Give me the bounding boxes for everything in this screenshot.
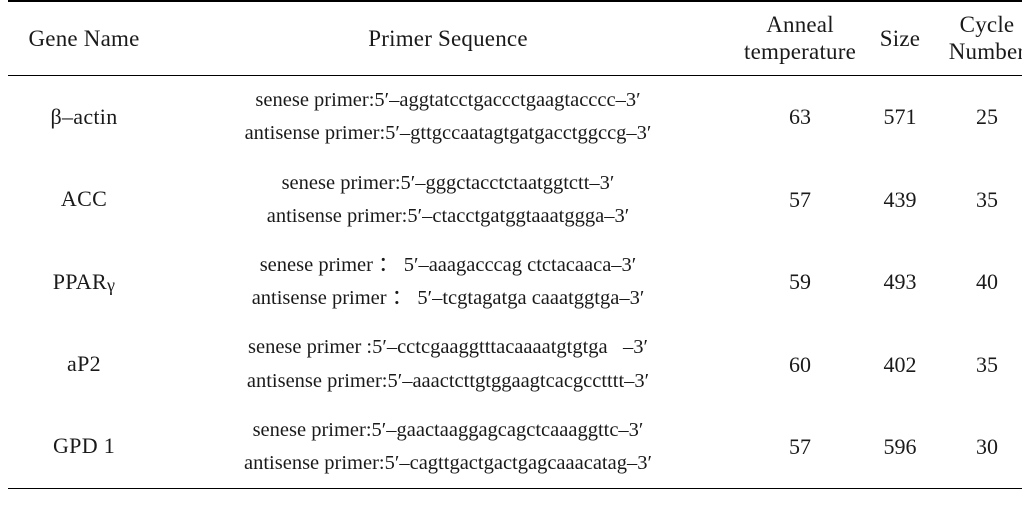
cycle-number-cell: 40 — [976, 269, 998, 295]
gene-name-cell: PPARγ — [8, 241, 160, 323]
table-row: GPD 1 senese primer:5′–gaactaaggagcagctc… — [8, 406, 1022, 489]
size-cell: 493 — [883, 269, 917, 295]
header-anneal-line2: temperature — [743, 39, 857, 65]
gene-name-text: β–actin — [50, 103, 118, 129]
primer-sequence-cell: senese primer:5′–gaactaaggagcagctcaaaggt… — [160, 406, 736, 489]
gene-name-cell: β–actin — [8, 76, 160, 158]
table-row: aP2 senese primer :5′–cctcgaaggtttacaaaa… — [8, 323, 1022, 405]
header-cycle-line2: Number — [948, 39, 1022, 65]
table-row: β–actin senese primer:5′–aggtatcctgaccct… — [8, 76, 1022, 158]
antisense-primer-line: antisense primer:5′–cagttgactgactgagcaaa… — [244, 452, 652, 475]
antisense-primer-line: antisense primer:5′–gttgccaatagtgatgacct… — [244, 122, 652, 145]
cycle-number-cell: 35 — [976, 186, 998, 212]
table-row: PPARγ senese primer ： 5′–aaagacccag ctct… — [8, 241, 1022, 323]
sense-primer-line: senese primer ： 5′–aaagacccag ctctacaaca… — [259, 254, 637, 277]
gene-name-subscript: γ — [106, 274, 116, 295]
antisense-primer-line: antisense primer ： 5′–tcgtagatga caaatgg… — [251, 287, 645, 310]
primer-table-container: Gene Name Primer Sequence Anneal tempera… — [0, 0, 1022, 523]
sense-primer-line: senese primer:5′–aggtatcctgaccctgaagtacc… — [255, 89, 641, 112]
cycle-number-cell: 35 — [976, 351, 998, 377]
gene-name-text: aP2 — [67, 351, 101, 377]
gene-name-cell: aP2 — [8, 323, 160, 405]
size-cell: 571 — [883, 104, 917, 130]
primer-sequence-cell: senese primer:5′–gggctacctctaatggtctt–3′… — [160, 159, 736, 241]
sense-primer-line: senese primer :5′–cctcgaaggtttacaaaatgtg… — [248, 336, 648, 359]
primer-sequence-cell: senese primer ： 5′–aaagacccag ctctacaaca… — [160, 241, 736, 323]
header-cycle-number: Cycle Number — [936, 2, 1022, 76]
header-gene-name-label: Gene Name — [28, 25, 140, 51]
size-cell: 439 — [883, 186, 917, 212]
rule-bottom — [8, 488, 1022, 490]
header-anneal-line1: Anneal — [766, 12, 834, 37]
sense-primer-line: senese primer:5′–gaactaaggagcagctcaaaggt… — [252, 418, 644, 441]
size-cell: 402 — [883, 351, 917, 377]
primer-table: Gene Name Primer Sequence Anneal tempera… — [8, 0, 1022, 490]
header-row: Gene Name Primer Sequence Anneal tempera… — [8, 2, 1022, 76]
header-anneal-temperature: Anneal temperature — [736, 2, 864, 76]
header-size: Size — [864, 2, 936, 76]
header-gene-name: Gene Name — [8, 2, 160, 76]
gene-name-cell: GPD 1 — [8, 406, 160, 489]
cycle-number-cell: 30 — [976, 434, 998, 460]
header-primer-sequence: Primer Sequence — [160, 2, 736, 76]
table-row: ACC senese primer:5′–gggctacctctaatggtct… — [8, 159, 1022, 241]
header-cycle-line1: Cycle — [959, 12, 1015, 37]
cycle-number-cell: 25 — [976, 104, 998, 130]
gene-name-text: PPAR — [52, 268, 107, 294]
anneal-temperature-cell: 60 — [789, 351, 811, 377]
sense-primer-line: senese primer:5′–gggctacctctaatggtctt–3′ — [281, 171, 615, 194]
anneal-temperature-cell: 59 — [789, 269, 811, 295]
gene-name-text: ACC — [60, 186, 108, 212]
size-cell: 596 — [883, 434, 917, 460]
table-header: Gene Name Primer Sequence Anneal tempera… — [8, 0, 1022, 77]
header-size-label: Size — [879, 25, 921, 51]
primer-sequence-cell: senese primer :5′–cctcgaaggtttacaaaatgtg… — [160, 323, 736, 405]
primer-sequence-cell: senese primer:5′–aggtatcctgaccctgaagtacc… — [160, 76, 736, 158]
table-body: β–actin senese primer:5′–aggtatcctgaccct… — [8, 76, 1022, 490]
anneal-temperature-cell: 57 — [789, 186, 811, 212]
antisense-primer-line: antisense primer:5′–aaactcttgtggaagtcacg… — [246, 369, 650, 392]
anneal-temperature-cell: 63 — [789, 104, 811, 130]
antisense-primer-line: antisense primer:5′–ctacctgatggtaaatggga… — [266, 204, 630, 227]
header-primer-sequence-label: Primer Sequence — [368, 25, 528, 51]
gene-name-text: GPD 1 — [52, 433, 115, 459]
gene-name-cell: ACC — [8, 159, 160, 241]
anneal-temperature-cell: 57 — [789, 434, 811, 460]
